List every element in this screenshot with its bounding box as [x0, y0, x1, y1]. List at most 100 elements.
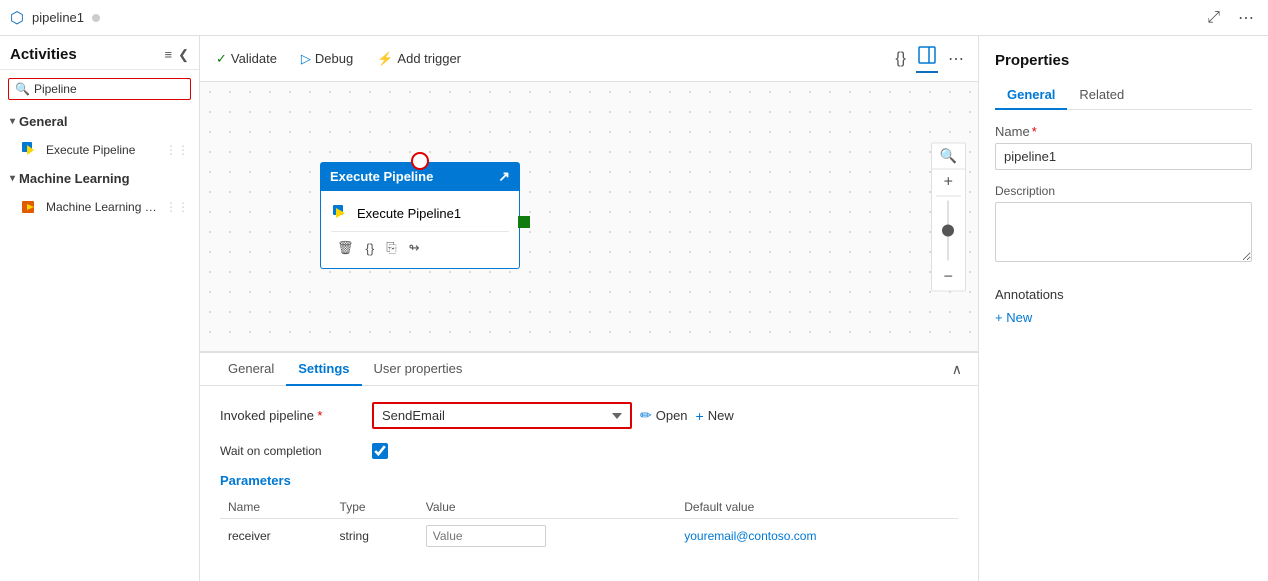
zoom-in-button[interactable]: +	[936, 169, 961, 196]
node-body: Execute Pipeline1 🗑 {} ⎘ ↬	[320, 191, 520, 269]
description-label: Description	[995, 184, 1252, 198]
open-pipeline-button[interactable]: ✏ Open	[640, 407, 688, 424]
param-value-input[interactable]	[426, 525, 546, 547]
open-icon: ✏	[640, 407, 652, 424]
description-textarea[interactable]	[995, 202, 1252, 262]
drag-handle-icon: ⋮⋮	[165, 143, 189, 157]
node-title: Execute Pipeline	[330, 169, 433, 184]
node-delete-button[interactable]: 🗑	[335, 238, 356, 258]
search-icon: 🔍	[15, 82, 30, 96]
canvas-area: ✓ Validate ▷ Debug ⚡ Add trigger {}	[200, 36, 978, 581]
col-type-header: Type	[332, 496, 418, 519]
props-tab-general[interactable]: General	[995, 81, 1067, 110]
name-input[interactable]	[995, 143, 1252, 170]
activity-ml-execute[interactable]: Machine Learning Exe... ⋮⋮	[0, 192, 199, 222]
param-name: receiver	[220, 519, 332, 554]
title-bar-right: ⤢ ⋯	[1203, 6, 1258, 30]
wait-on-completion-row: Wait on completion	[220, 443, 958, 459]
sidebar-header: Activities ≡ ❮	[0, 36, 199, 70]
zoom-out-button[interactable]: −	[936, 264, 961, 290]
invoked-pipeline-select[interactable]: SendEmail	[372, 402, 632, 429]
execute-pipeline-icon	[20, 140, 40, 160]
props-tab-related[interactable]: Related	[1067, 81, 1136, 110]
unsaved-dot	[92, 14, 100, 22]
node-clone-button[interactable]: ⎘	[384, 238, 398, 258]
search-box[interactable]: 🔍	[8, 78, 191, 100]
execute-pipeline-label: Execute Pipeline	[46, 143, 159, 157]
validate-button[interactable]: ✓ Validate	[212, 49, 281, 69]
more-options-button[interactable]: ⋯	[1234, 6, 1258, 30]
main-layout: Activities ≡ ❮ 🔍 ▾ General Execute Pipel…	[0, 36, 1268, 581]
invoked-pipeline-row: Invoked pipeline * SendEmail ✏ Open +	[220, 402, 958, 429]
description-field: Description	[995, 184, 1252, 265]
bottom-tabs: General Settings User properties ∧	[200, 353, 978, 386]
sidebar: Activities ≡ ❮ 🔍 ▾ General Execute Pipel…	[0, 36, 200, 581]
tab-settings[interactable]: Settings	[286, 353, 361, 386]
plus-icon: +	[696, 408, 704, 424]
param-default-value: youremail@contoso.com	[676, 519, 958, 554]
props-tabs: General Related	[995, 81, 1252, 110]
parameters-section: Parameters Name Type Value Default value	[220, 473, 958, 553]
properties-panel-button[interactable]	[916, 44, 938, 73]
add-annotation-button[interactable]: + New	[995, 310, 1032, 325]
node-top-connector	[411, 152, 429, 170]
wait-on-completion-checkbox[interactable]	[372, 443, 388, 459]
chevron-down-icon: ▾	[10, 116, 15, 127]
name-field: Name *	[995, 124, 1252, 170]
search-input[interactable]	[34, 82, 189, 96]
activity-execute-pipeline[interactable]: Execute Pipeline ⋮⋮	[0, 135, 199, 165]
node-activity: Execute Pipeline1	[331, 199, 509, 227]
json-button[interactable]: {}	[893, 48, 908, 70]
param-type: string	[332, 519, 418, 554]
ml-drag-handle-icon: ⋮⋮	[165, 200, 189, 214]
filter-icon[interactable]: ≡	[165, 47, 173, 63]
node-activity-label: Execute Pipeline1	[357, 206, 461, 221]
bottom-content: Invoked pipeline * SendEmail ✏ Open +	[200, 386, 978, 569]
tab-general[interactable]: General	[216, 353, 286, 386]
bottom-panel: General Settings User properties ∧ Invok…	[200, 351, 978, 581]
node-external-link-icon: ↗	[498, 168, 510, 185]
ml-icon	[20, 197, 40, 217]
panel-icon	[918, 46, 936, 64]
ml-execute-label: Machine Learning Exe...	[46, 200, 159, 214]
section-ml-label: Machine Learning	[19, 171, 130, 186]
new-pipeline-button[interactable]: + New	[696, 408, 734, 424]
param-row: receiver string youremail@contoso.com	[220, 519, 958, 554]
properties-title: Properties	[995, 52, 1252, 69]
title-bar-left: ⬡ pipeline1	[10, 8, 100, 28]
expand-button[interactable]: ⤢	[1203, 7, 1224, 29]
chevron-down-icon-ml: ▾	[10, 173, 15, 184]
pipeline-name: pipeline1	[32, 10, 84, 25]
toolbar: ✓ Validate ▷ Debug ⚡ Add trigger {}	[200, 36, 978, 82]
canvas-search-button[interactable]: 🔍	[932, 143, 965, 169]
col-value-header: Value	[418, 496, 677, 519]
collapse-sidebar-button[interactable]: ❮	[178, 47, 189, 63]
more-toolbar-button[interactable]: ⋯	[946, 47, 966, 71]
node-right-connector	[518, 216, 530, 228]
node-activity-icon	[331, 203, 351, 223]
col-default-header: Default value	[676, 496, 958, 519]
parameters-table: Name Type Value Default value receiver s…	[220, 496, 958, 553]
invoked-pipeline-wrapper: SendEmail ✏ Open + New	[372, 402, 734, 429]
properties-panel: Properties General Related Name * Descri…	[978, 36, 1268, 581]
add-trigger-button[interactable]: ⚡ Add trigger	[373, 49, 465, 69]
node-json-button[interactable]: {}	[364, 239, 377, 258]
col-name-header: Name	[220, 496, 332, 519]
zoom-slider[interactable]	[947, 196, 949, 264]
node-toolbar: 🗑 {} ⎘ ↬	[331, 231, 509, 260]
section-machine-learning[interactable]: ▾ Machine Learning	[0, 165, 199, 192]
zoom-track	[947, 200, 949, 260]
invoked-pipeline-label: Invoked pipeline *	[220, 408, 360, 423]
pipeline-canvas[interactable]: Execute Pipeline ↗ Execute Pipeline1 🗑 {…	[200, 82, 978, 351]
default-value-text: youremail@contoso.com	[684, 529, 816, 543]
name-label: Name *	[995, 124, 1252, 139]
collapse-bottom-panel-button[interactable]: ∧	[952, 361, 962, 378]
debug-button[interactable]: ▷ Debug	[297, 49, 357, 69]
node-connect-button[interactable]: ↬	[407, 238, 422, 258]
tab-user-properties[interactable]: User properties	[362, 353, 475, 386]
wait-on-completion-label: Wait on completion	[220, 444, 360, 458]
param-value-cell	[418, 519, 677, 554]
section-general[interactable]: ▾ General	[0, 108, 199, 135]
validate-icon: ✓	[216, 51, 227, 67]
sidebar-header-icons: ≡ ❮	[165, 47, 190, 63]
